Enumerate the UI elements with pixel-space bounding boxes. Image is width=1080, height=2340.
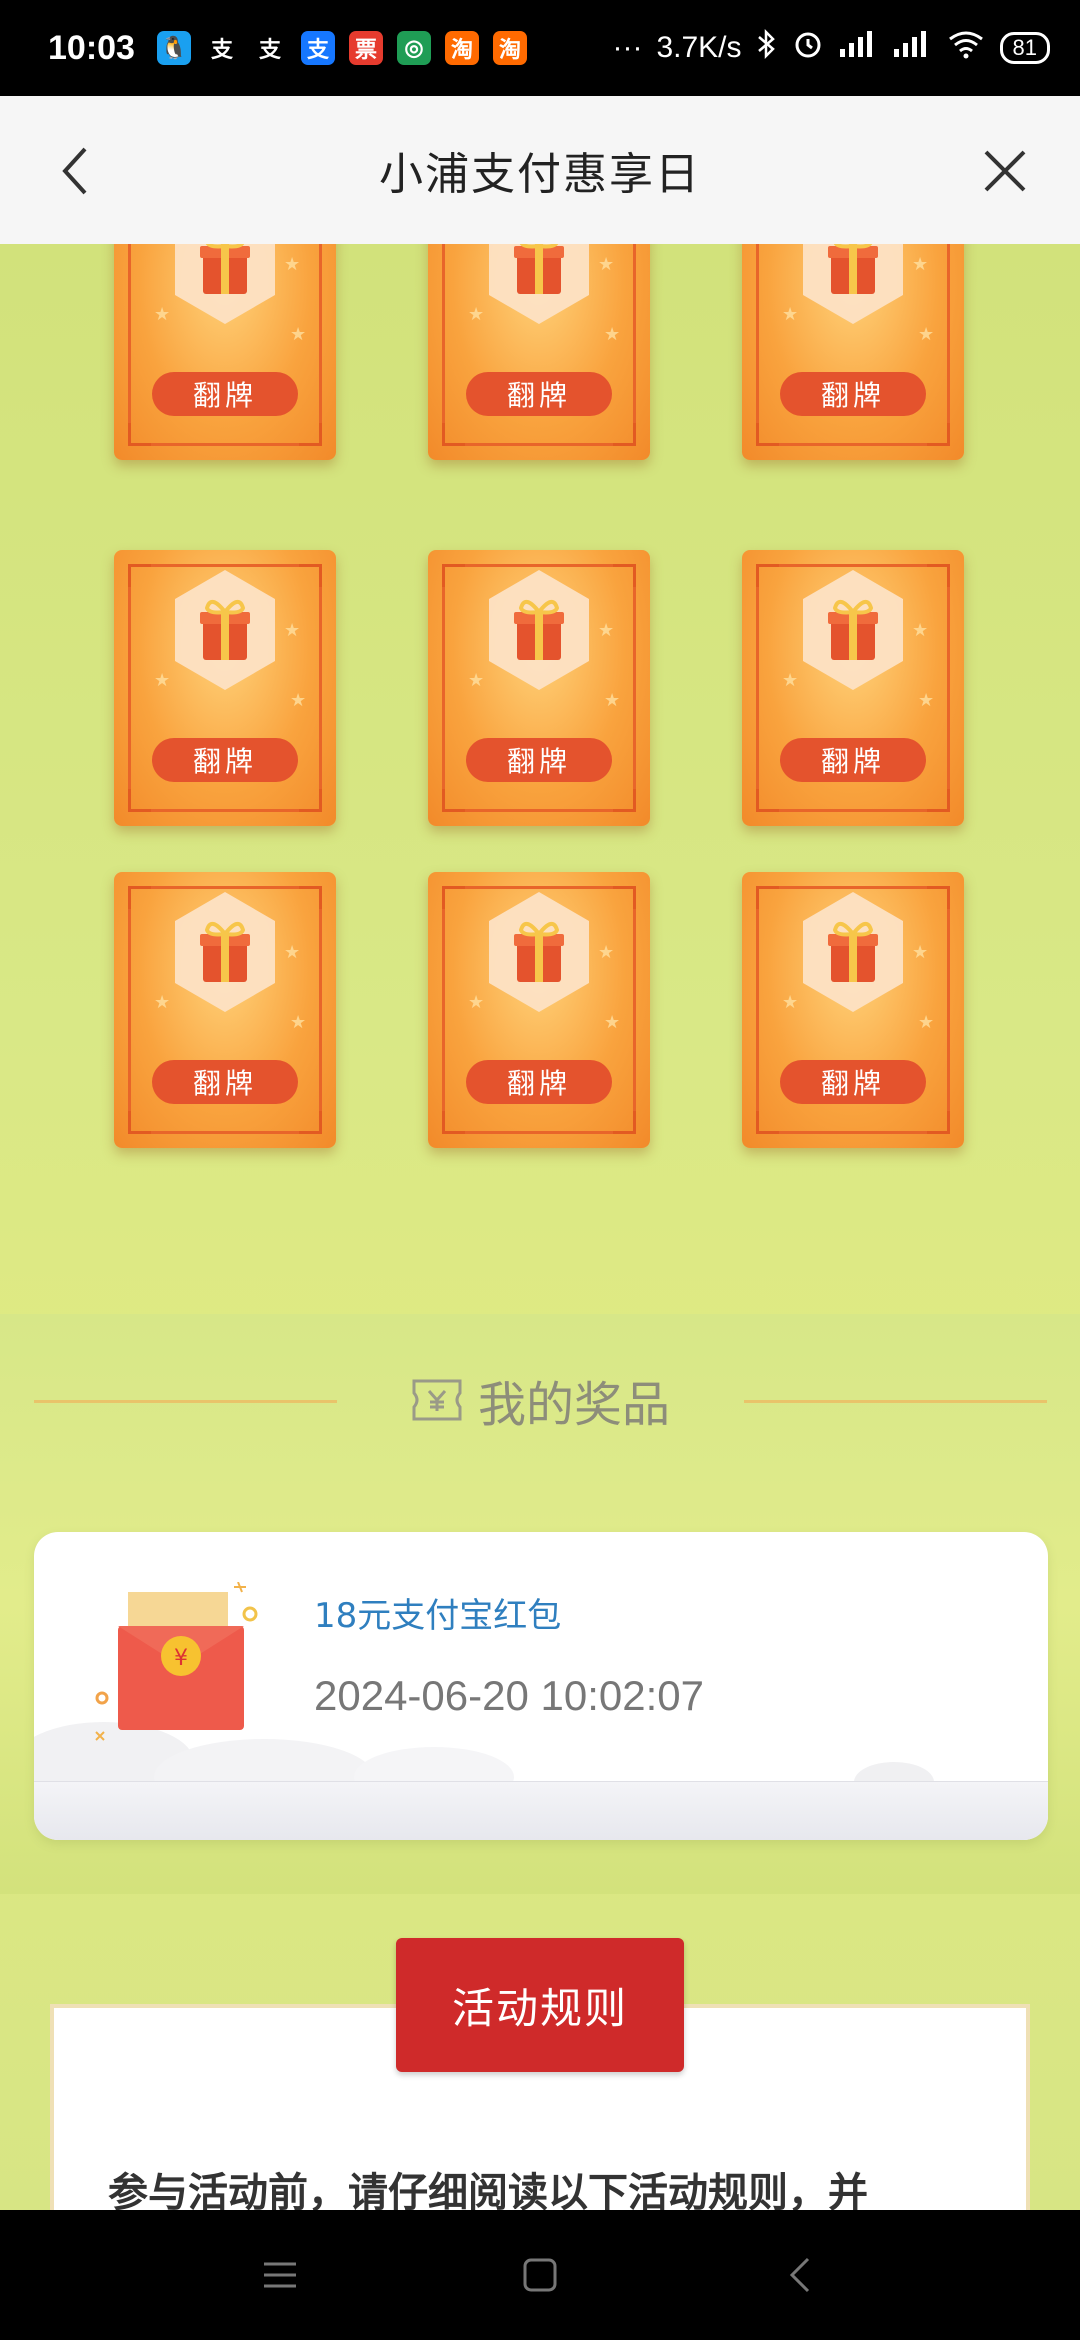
nav-back-button[interactable] xyxy=(770,2245,830,2305)
system-nav-bar xyxy=(0,2210,1080,2340)
page-title: 小浦支付惠享日 xyxy=(379,149,701,200)
signal-icon-2 xyxy=(892,29,932,67)
flip-card-label: 翻牌 xyxy=(466,372,612,416)
wifi-icon xyxy=(946,29,986,67)
ticket-icon xyxy=(412,1379,462,1421)
rules-intro-text: 参与活动前，请仔细阅读以下活动规则，并 xyxy=(108,2170,868,2210)
status-time: 10:03 xyxy=(48,28,135,67)
flip-card-2[interactable]: ★ ★ ★ 翻牌 xyxy=(428,244,650,460)
flip-card-8[interactable]: ★ ★ ★ 翻牌 xyxy=(428,872,650,1148)
chevron-left-icon xyxy=(62,147,87,195)
rules-button[interactable]: 活动规则 xyxy=(396,1938,684,2072)
red-envelope-icon: ¥ xyxy=(95,1582,258,1741)
flip-card-label: 翻牌 xyxy=(780,372,926,416)
bluetooth-icon xyxy=(756,28,778,68)
flip-card-6[interactable]: ★ ★ ★ 翻牌 xyxy=(742,550,964,826)
taobao-icon-2: 淘 xyxy=(492,31,527,65)
ticket-app-icon: 票 xyxy=(348,31,383,65)
battery-indicator: 81 xyxy=(999,32,1050,64)
close-button[interactable] xyxy=(970,136,1040,206)
flip-card-7[interactable]: ★ ★ ★ 翻牌 xyxy=(114,872,336,1148)
menu-button[interactable] xyxy=(250,2245,310,2305)
back-triangle-icon xyxy=(789,2257,810,2293)
more-dots: ··· xyxy=(612,31,643,64)
flip-card-label: 翻牌 xyxy=(152,372,298,416)
prize-time: 2024-06-20 10:02:07 xyxy=(314,1672,704,1719)
prizes-heading-row: 我的奖品 xyxy=(0,1364,1080,1436)
gift-icon xyxy=(489,892,589,1012)
flip-card-9[interactable]: ★ ★ ★ 翻牌 xyxy=(742,872,964,1148)
back-button[interactable] xyxy=(40,136,110,206)
gift-icon xyxy=(803,244,903,324)
status-app-icons: 🐧 支支支票 ◎ 淘淘 xyxy=(156,31,527,65)
heading-divider-left xyxy=(34,1400,337,1403)
gift-icon xyxy=(489,244,589,324)
flip-card-label: 翻牌 xyxy=(780,738,926,782)
flip-card-3[interactable]: ★ ★ ★ 翻牌 xyxy=(742,244,964,460)
prize-item[interactable]: ¥ 18元支付宝红包 2024-06-20 10:02:07 xyxy=(34,1532,1048,1840)
alipay-icon: 支 xyxy=(210,37,233,62)
flip-card-label: 翻牌 xyxy=(466,738,612,782)
flip-card-4[interactable]: ★ ★ ★ 翻牌 xyxy=(114,550,336,826)
signal-icon xyxy=(838,29,878,67)
alipay-app-icon: 支 xyxy=(300,31,335,65)
home-square-icon xyxy=(523,2258,557,2292)
gift-icon xyxy=(803,570,903,690)
network-speed: 3.7K/s xyxy=(656,31,742,64)
home-button[interactable] xyxy=(510,2245,570,2305)
status-right: ··· 3.7K/s 81 xyxy=(612,28,1050,68)
status-bar: 10:03 🐧 支支支票 ◎ 淘淘 ··· 3.7K/s 81 xyxy=(0,0,1080,96)
qq-icon: 🐧 xyxy=(156,31,191,65)
flip-card-label: 翻牌 xyxy=(152,738,298,782)
gift-icon xyxy=(803,892,903,1012)
gift-icon xyxy=(175,570,275,690)
flip-card-label: 翻牌 xyxy=(152,1060,298,1104)
prizes-heading: 我的奖品 xyxy=(477,1377,670,1433)
taobao-icon: 淘 xyxy=(444,31,479,65)
alarm-icon xyxy=(792,28,824,68)
prize-card-footer xyxy=(34,1781,1048,1840)
app-header: 小浦支付惠享日 xyxy=(0,96,1080,245)
alipay-icon-2: 支 xyxy=(258,37,281,62)
svg-text:¥: ¥ xyxy=(174,1646,188,1671)
heading-divider-right xyxy=(744,1400,1047,1403)
gift-icon xyxy=(175,892,275,1012)
flip-card-1[interactable]: ★ ★ ★ 翻牌 xyxy=(114,244,336,460)
flip-card-label: 翻牌 xyxy=(780,1060,926,1104)
menu-icon xyxy=(264,2262,296,2288)
flip-card-5[interactable]: ★ ★ ★ 翻牌 xyxy=(428,550,650,826)
bank-app-icon: ◎ xyxy=(396,31,431,65)
page-content: ★ ★ ★ 翻牌 ★ ★ ★ 翻牌 ★ ★ ★ 翻牌 ★ ★ ★ 翻牌 ★ ★ ★ 翻牌 ★ ★ ★ 翻牌 ★ ★ ★ 翻牌 ★ ★ ★ 翻牌… xyxy=(0,244,1080,2210)
flip-card-label: 翻牌 xyxy=(466,1060,612,1104)
close-icon xyxy=(984,150,1026,192)
gift-icon xyxy=(175,244,275,324)
gift-icon xyxy=(489,570,589,690)
prize-name: 18元支付宝红包 xyxy=(314,1596,562,1636)
